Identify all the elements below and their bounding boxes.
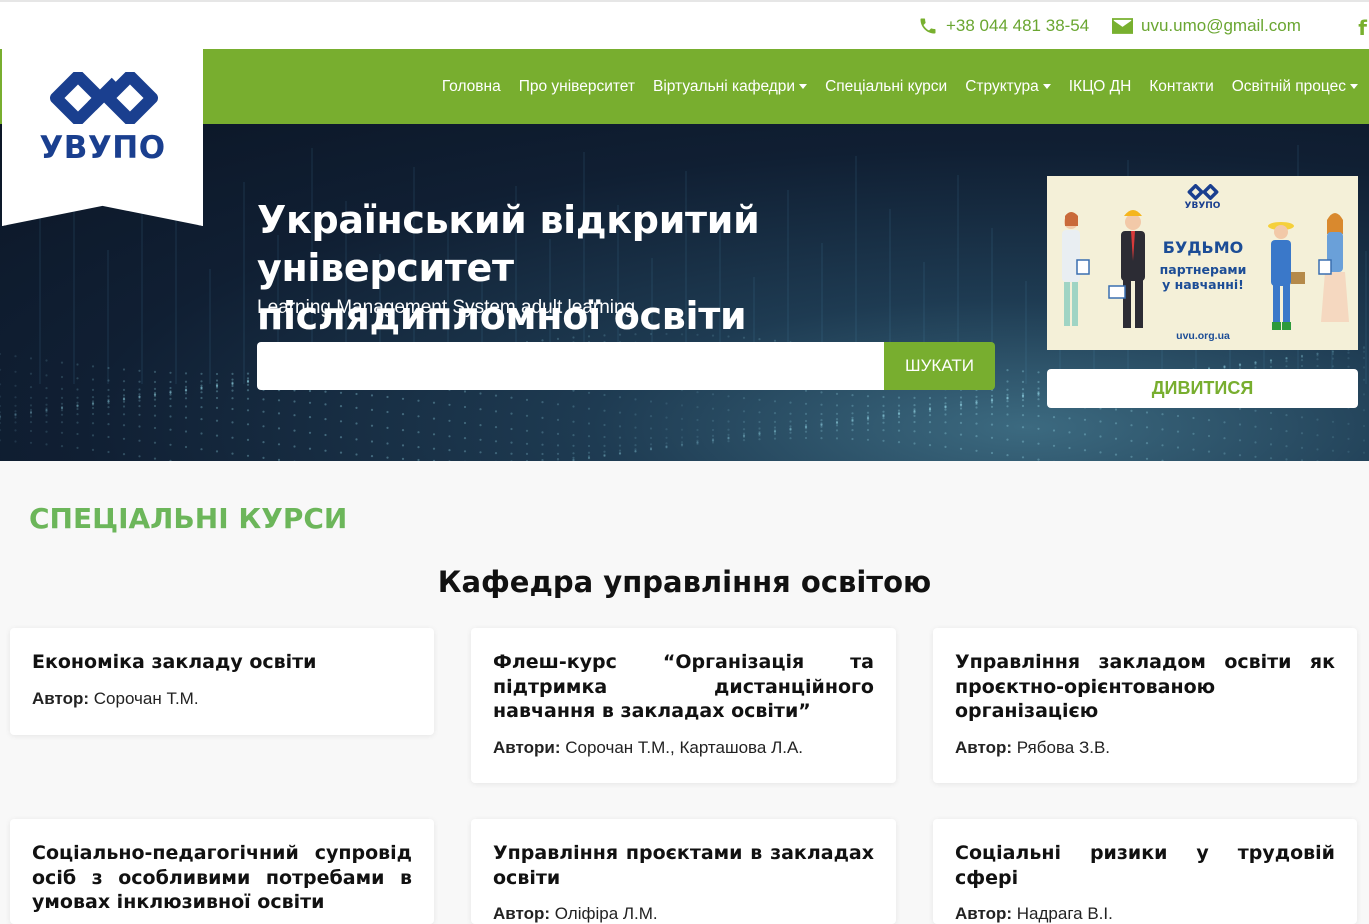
- banner-line1: партнерами: [1159, 262, 1247, 277]
- nav-item-label: ІКЦО ДН: [1068, 77, 1132, 95]
- hero-subtitle: Learning Management System adult learnin…: [257, 297, 636, 318]
- site-logo[interactable]: УВУПО: [2, 2, 203, 226]
- banner-url: uvu.org.ua: [1176, 330, 1230, 342]
- caret-down-icon: [1350, 84, 1358, 89]
- builder-figure: [1108, 210, 1145, 328]
- farmer-figure: [1268, 222, 1305, 330]
- author-name: Надрага В.І.: [1012, 904, 1113, 923]
- phone-icon: [920, 18, 936, 34]
- author-name: Рябова З.В.: [1012, 737, 1111, 757]
- nav-item-3[interactable]: Спеціальні курси: [816, 78, 956, 96]
- doctor-figure: [1062, 212, 1090, 326]
- nav-item-5[interactable]: ІКЦО ДН: [1060, 78, 1141, 96]
- top-contact-bar: +38 044 481 38-54 uvu.umo@gmail.com f: [0, 0, 1369, 49]
- course-title[interactable]: Соціальні ризики у трудовій сфері: [955, 841, 1335, 890]
- nav-item-label: Віртуальні кафедри: [653, 77, 796, 95]
- main-navbar: Головна Про університет Віртуальні кафедри…: [0, 49, 1369, 124]
- author-label: Автори:: [493, 737, 561, 757]
- nav-item-7[interactable]: Освітній процес: [1223, 78, 1367, 96]
- course-author: Автор: Рябова З.В.: [955, 738, 1335, 758]
- banner-headline: БУДЬМО: [1162, 238, 1244, 257]
- phone-contact[interactable]: +38 044 481 38-54: [918, 16, 1089, 36]
- caret-down-icon: [799, 84, 808, 89]
- course-title[interactable]: Економіка закладу освіти: [32, 650, 412, 675]
- woman-figure: [1318, 213, 1349, 322]
- email-contact[interactable]: uvu.umo@gmail.com: [1112, 16, 1301, 36]
- course-author: Автори: Сорочан Т.М., Карташова Л.А.: [493, 738, 874, 758]
- facebook-icon[interactable]: f: [1358, 16, 1367, 40]
- nav-item-label: Про університет: [518, 77, 635, 95]
- nav-item-label: Спеціальні курси: [825, 77, 948, 95]
- main-nav: Головна Про університет Віртуальні кафедри…: [433, 49, 1367, 124]
- watch-button[interactable]: ДИВИТИСЯ: [1047, 369, 1358, 408]
- department-title: Кафедра управління освітою: [437, 565, 932, 599]
- section-title: СПЕЦІАЛЬНІ КУРСИ: [29, 502, 348, 535]
- email-address: uvu.umo@gmail.com: [1141, 16, 1301, 35]
- author-name: Сорочан Т.М.: [89, 688, 199, 708]
- author-label: Автор:: [32, 688, 90, 708]
- nav-item-1[interactable]: Про університет: [510, 78, 644, 96]
- course-author: Автор: Сорочан Т.М.: [32, 689, 412, 709]
- course-title[interactable]: Соціально-педагогічний супровід осіб з о…: [32, 841, 412, 915]
- search-input[interactable]: [257, 342, 884, 390]
- nav-item-label: Структура: [965, 77, 1039, 95]
- banner-line2: у навчанні!: [1162, 277, 1244, 292]
- mail-icon: [1112, 18, 1133, 34]
- course-card[interactable]: Соціально-педагогічний супровід осіб з о…: [10, 819, 434, 924]
- author-label: Автор:: [493, 904, 551, 923]
- course-card[interactable]: Управління проєктами в закладах освіти А…: [471, 819, 896, 924]
- nav-item-2[interactable]: Віртуальні кафедри: [644, 78, 816, 96]
- phone-number: +38 044 481 38-54: [946, 16, 1090, 35]
- partner-banner[interactable]: УВУПО БУДЬМО партнерами у навчанні! uvu.…: [1047, 176, 1358, 350]
- course-title[interactable]: Управління проєктами в закладах освіти: [493, 841, 874, 890]
- author-label: Автор:: [955, 737, 1013, 757]
- course-title[interactable]: Флеш-курс “Організація та підтримка дист…: [493, 650, 874, 724]
- logo-text: УВУПО: [39, 130, 166, 166]
- course-card[interactable]: Управління закладом освіти як проєктно-о…: [933, 628, 1357, 783]
- course-author: Автор: Оліфіра Л.М.: [493, 904, 874, 924]
- course-card[interactable]: Соціальні ризики у трудовій сфері Автор:…: [933, 819, 1357, 924]
- author-name: Сорочан Т.М., Карташова Л.А.: [560, 737, 804, 757]
- nav-item-label: Головна: [441, 77, 501, 95]
- course-card[interactable]: Флеш-курс “Організація та підтримка дист…: [471, 628, 896, 783]
- caret-down-icon: [1042, 84, 1051, 89]
- nav-item-label: Контакти: [1149, 77, 1214, 95]
- course-card[interactable]: Економіка закладу освіти Автор: Сорочан …: [10, 628, 434, 735]
- course-title[interactable]: Управління закладом освіти як проєктно-о…: [955, 650, 1335, 724]
- nav-item-label: Освітній процес: [1231, 77, 1346, 95]
- nav-item-4[interactable]: Структура: [956, 78, 1060, 96]
- nav-item-0[interactable]: Головна: [433, 78, 510, 96]
- course-author: Автор: Надрага В.І.: [955, 904, 1335, 924]
- nav-item-6[interactable]: Контакти: [1140, 78, 1222, 96]
- search-button[interactable]: ШУКАТИ: [884, 342, 995, 390]
- hero-section: Український відкритий університет післяд…: [0, 124, 1369, 461]
- banner-text: партнерами у навчанні!: [1143, 262, 1263, 292]
- author-name: Оліфіра Л.М.: [550, 904, 658, 923]
- hero-title-line1: Український відкритий університет: [257, 198, 760, 290]
- infinity-logo-icon: [50, 72, 158, 124]
- author-label: Автор:: [955, 904, 1013, 923]
